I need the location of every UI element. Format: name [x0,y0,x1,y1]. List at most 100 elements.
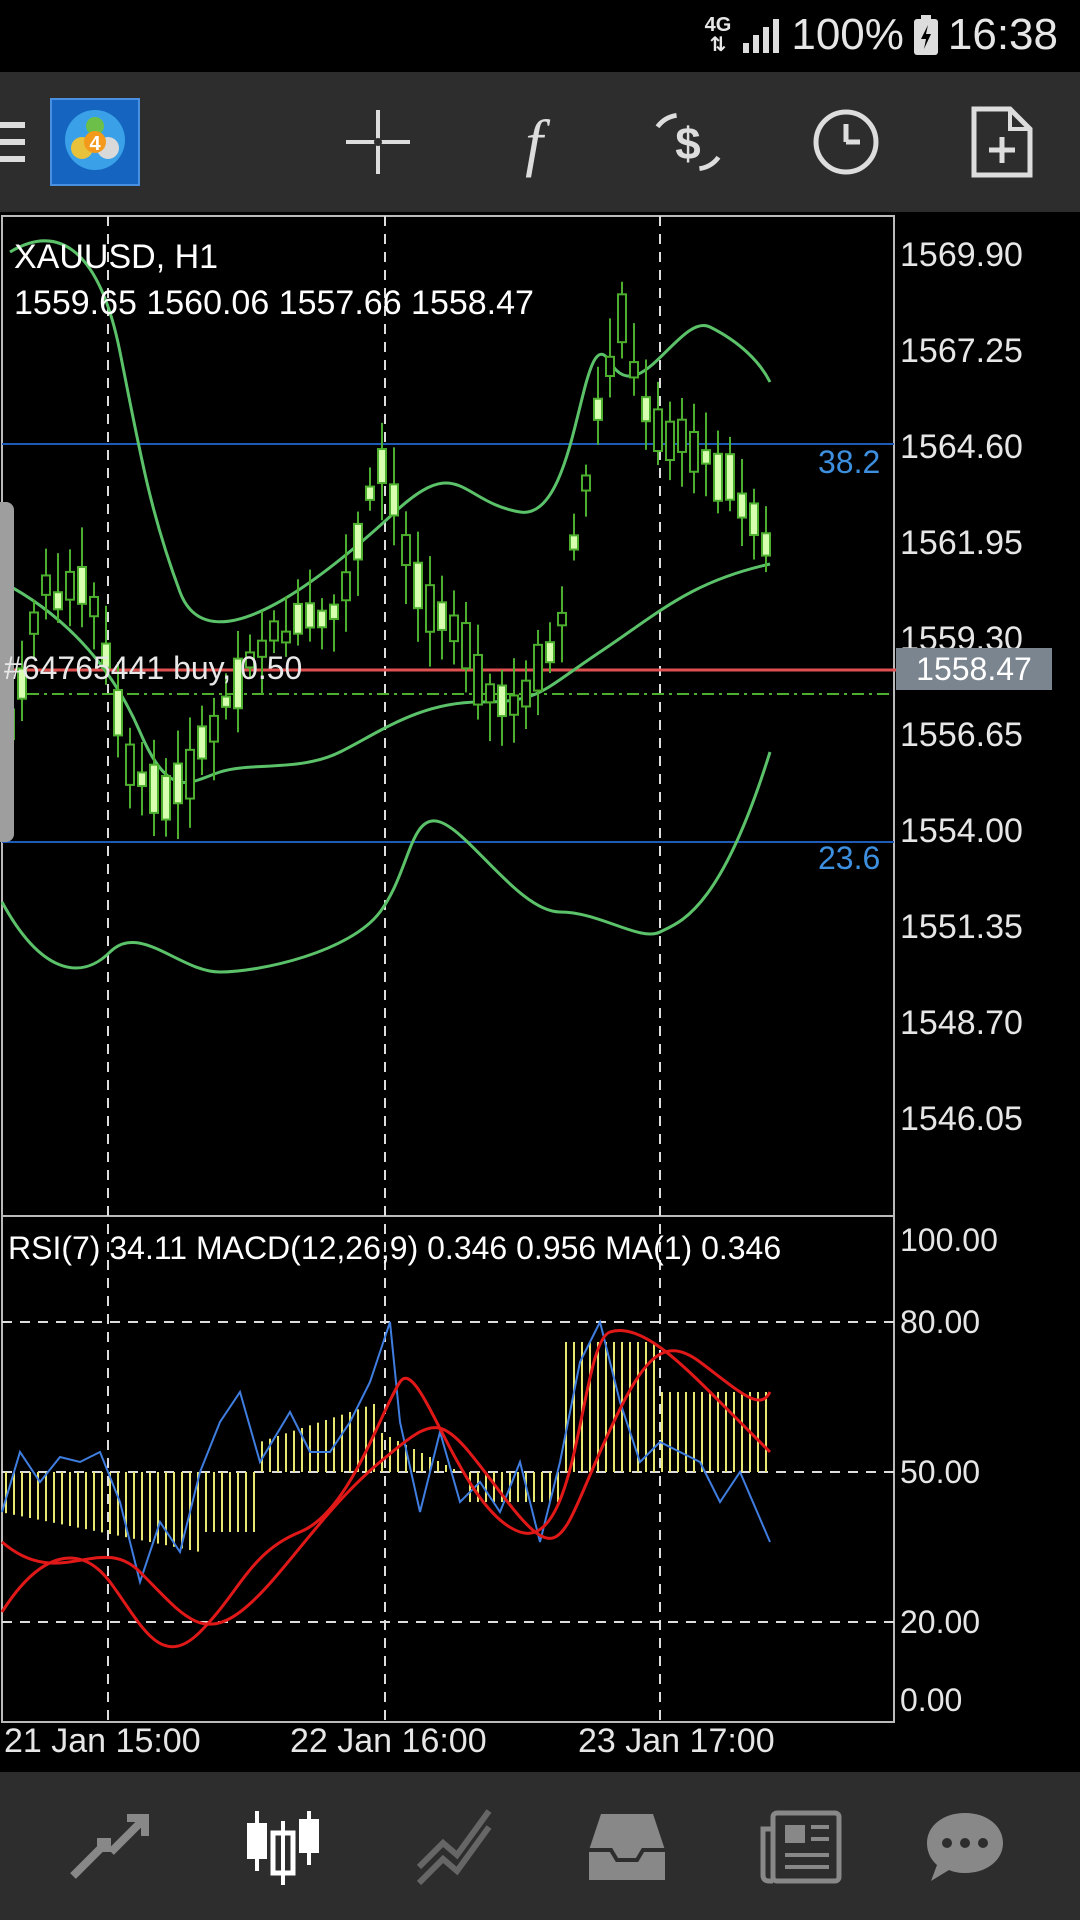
bottom-navigation [0,1772,1080,1920]
chart-ohlc: 1559.65 1560.06 1557.66 1558.47 [14,284,534,322]
candle-body [89,595,99,618]
arrows-icon[interactable] [64,1802,154,1892]
indicator-axis-label: 20.00 [900,1604,981,1640]
candle-body [77,565,87,605]
candle-body [149,763,159,814]
candle-body [389,483,399,517]
candle-body [65,570,75,601]
candle-body [425,584,435,633]
clock: 16:38 [947,10,1058,59]
chat-icon[interactable] [920,1802,1010,1892]
candle-body [725,453,735,501]
candle-body [329,603,339,620]
inbox-icon[interactable] [582,1802,672,1892]
indicator-axis-label: 80.00 [900,1304,981,1340]
candle-body [221,695,231,708]
candle-body [641,396,651,423]
candle-body [737,492,747,519]
candle-body [593,397,603,421]
svg-text:4: 4 [89,133,101,155]
candle-body [53,591,63,611]
candle-body [449,614,459,643]
network-type: 4G ⇅ [704,14,732,56]
candle-body [653,408,663,452]
candle-body [701,449,711,465]
candle-body [401,534,411,567]
candle-body [713,452,723,502]
candle-body [197,725,207,760]
candle-body [569,534,579,551]
price-axis-label: 1564.60 [900,428,1023,466]
candlestick-icon[interactable] [238,1802,328,1892]
price-axis-label: 1546.05 [900,1100,1023,1138]
chart-symbol: XAUUSD, H1 [14,238,219,276]
price-axis-label: 1554.00 [900,812,1023,850]
candle-body [545,641,555,664]
status-indicators: 4G ⇅ 100% 16:38 [705,10,1058,60]
price-axis-label: 1556.65 [900,716,1023,754]
candle-body [269,620,279,642]
candle-body [521,679,531,708]
candle-body [161,775,171,821]
candle-body [689,431,699,473]
candles [5,281,771,840]
candle-body [125,743,135,786]
candle-body [341,571,351,602]
candle-body [497,684,507,718]
top-toolbar: 4 f $ [0,72,1080,212]
candle-body [185,748,195,800]
candle-body [365,485,375,501]
indicator-axis-label: 50.00 [900,1454,981,1490]
order-label: #64765441 buy, 0.50 [4,650,303,686]
candle-body [317,609,327,629]
candle-body [461,622,471,670]
dollar-arrows-icon[interactable]: $ [648,102,728,182]
candle-body [665,420,675,462]
crosshair-icon[interactable] [338,102,418,182]
chart-area[interactable]: XAUUSD, H1 1559.65 1560.06 1557.66 1558.… [0,212,1080,1772]
metatrader-logo[interactable]: 4 [50,98,140,186]
candle-body [749,502,759,537]
candle-body [173,762,183,805]
price-axis-label: 1561.95 [900,524,1023,562]
candle-body [677,418,687,453]
candle-body [485,683,495,704]
price-axis-label: 1559.30 [900,620,1023,648]
candle-body [41,574,51,596]
clock-icon[interactable] [806,102,886,182]
candle-body [761,532,771,557]
candle-body [137,771,147,788]
candle-body [413,561,423,610]
candle-body [533,643,543,692]
candle-body [305,602,315,629]
price-axis-label: 1567.25 [900,332,1023,370]
indicator-axis-label: 100.00 [900,1222,998,1258]
candle-body [557,611,567,627]
status-bar: 4G ⇅ 100% 16:38 [0,0,1080,72]
function-icon[interactable]: f [494,102,574,182]
fibo-label-lower: 23.6 [818,840,881,876]
candle-body [605,355,615,378]
indicator-axis-label: 0.00 [900,1682,963,1718]
candle-body [293,602,303,635]
candle-body [113,689,123,737]
battery-icon [913,15,938,55]
new-document-icon[interactable] [962,102,1042,182]
signal-icon [743,19,780,53]
candle-body [509,694,519,716]
time-axis-label: 22 Jan 16:00 [290,1722,487,1760]
newspaper-icon[interactable] [756,1802,846,1892]
indicator-header: RSI(7) 34.11 MACD(12,26,9) 0.346 0.956 M… [8,1230,782,1266]
price-axis-label: 1551.35 [900,908,1023,946]
candle-body [629,361,639,379]
candle-body [437,601,447,631]
svg-text:f: f [525,107,551,178]
svg-text:$: $ [675,118,700,169]
price-axis-label: 1548.70 [900,1004,1023,1042]
trend-icon[interactable] [410,1802,500,1892]
candle-body [353,522,363,561]
candle-body [29,611,39,635]
time-axis-label: 23 Jan 17:00 [578,1722,775,1760]
current-price-badge: 1558.47 [896,648,1052,690]
chart-frame [1,215,895,1723]
